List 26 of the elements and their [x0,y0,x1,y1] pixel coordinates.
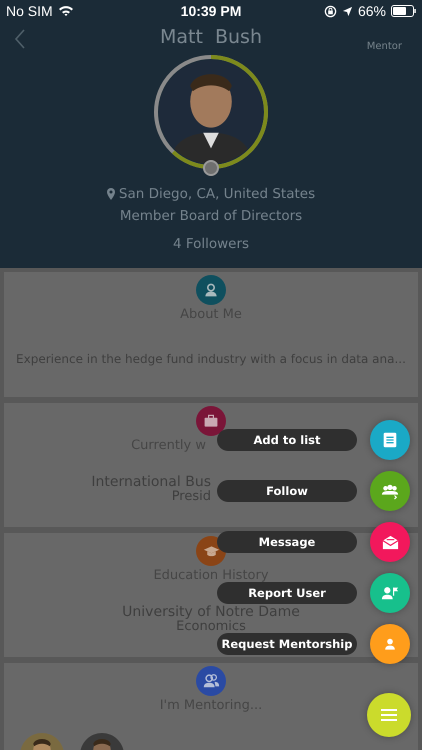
location-text: San Diego, CA, United States [118,186,316,202]
briefcase-icon [203,413,219,429]
action-label[interactable]: Message [217,531,357,553]
person-icon [203,282,219,298]
action-label[interactable]: Report User [217,582,357,604]
battery-icon [391,5,416,17]
action-label[interactable]: Follow [217,480,357,502]
battery-text: 66% [358,3,386,19]
carrier-text: No SIM [6,3,53,19]
followers-count[interactable]: 4 Followers [172,236,250,252]
wifi-icon [58,5,74,17]
clock-text: 10:39 PM [180,3,242,19]
position-text: Member Board of Directors [120,208,302,224]
location-arrow-icon [342,6,353,16]
menu-icon [381,709,397,721]
location-pin-icon [106,188,115,200]
status-dot [203,160,219,176]
group-icon [380,482,400,500]
action-label[interactable]: Request Mentorship [217,633,357,655]
mentor-label: Mentor [366,41,402,52]
action-label[interactable]: Add to list [217,429,357,451]
people-icon [202,672,220,690]
profile-name: Matt Bush [160,26,262,48]
rotation-lock-icon [324,4,337,18]
list-icon [381,431,399,449]
person-flag-icon [380,584,400,602]
